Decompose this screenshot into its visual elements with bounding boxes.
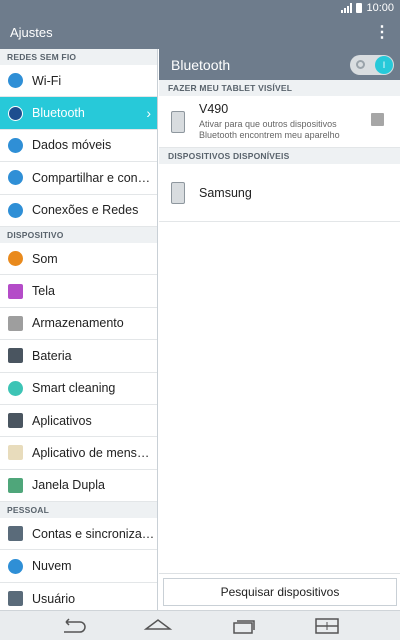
sidebar-item-label: Contas e sincroniza… [32,526,155,541]
cloud-icon [8,558,23,574]
app-title: Ajustes [10,25,53,40]
sidebar-item-label: Nuvem [32,559,72,574]
sidebar-item-som[interactable]: Som [0,243,157,276]
sidebar-item-label: Wi-Fi [32,73,62,88]
tablet-icon [171,110,185,133]
tablet-icon [171,181,185,204]
network-icon [8,202,23,218]
section-header: DISPOSITIVO [0,226,157,243]
sidebar-item-label: Smart cleaning [32,381,116,396]
bluetooth-title: Bluetooth [171,56,231,73]
sidebar-item-label: Dados móveis [32,138,112,153]
more-vert-icon[interactable]: ⋮ [374,24,390,41]
divider [159,573,400,574]
sidebar-item-armazenamento[interactable]: Armazenamento [0,308,157,341]
back-icon[interactable] [58,616,88,636]
settings-list: REDES SEM FIO Wi-Fi Bluetooth › Dados móveis… [0,49,158,610]
sidebar-item-label: Tela [32,284,55,299]
messaging-icon [8,445,23,461]
accounts-icon [8,526,23,542]
home-icon[interactable] [143,616,173,636]
sidebar-item-janela-dupla[interactable]: Janela Dupla [0,470,157,503]
sidebar-item-usuário[interactable]: Usuário [0,583,157,610]
dual-window-icon [8,477,23,493]
toggle-on-icon: I [375,55,393,74]
sound-icon [8,251,23,267]
apps-icon [8,413,23,429]
battery-status-icon [356,3,363,13]
sidebar-item-bateria[interactable]: Bateria [0,340,157,373]
sidebar-item-label: Usuário [32,591,76,606]
wifi-icon [8,73,23,89]
storage-icon [8,315,23,331]
device-name: Samsung [199,185,252,200]
sidebar-item-smart-cleaning[interactable]: Smart cleaning [0,373,157,405]
clock: 10:00 [366,2,394,14]
sidebar-item-bluetooth[interactable]: Bluetooth › [0,97,157,130]
bluetooth-icon [8,105,23,121]
sidebar-item-dados-móveis[interactable]: Dados móveis [0,130,157,163]
smart-cleaning-icon [8,380,23,396]
status-bar: 10:00 [0,0,400,16]
sidebar-item-label: Aplicativo de mens… [32,445,150,460]
visibility-checkbox[interactable] [371,113,384,126]
sidebar-item-label: Compartilhar e con… [32,170,151,185]
bluetooth-header: Bluetooth I [159,49,400,80]
sidebar-item-wi-fi[interactable]: Wi-Fi [0,65,157,98]
own-device-row[interactable]: V490 Ativar para que outros dispositivos… [159,96,400,148]
search-devices-button[interactable]: Pesquisar dispositivos [163,578,397,606]
sidebar-item-nuvem[interactable]: Nuvem [0,550,157,583]
sidebar-item-label: Armazenamento [32,316,124,331]
chevron-right-icon: › [146,105,151,122]
battery-icon [8,348,23,364]
user-icon [8,591,23,607]
sidebar-item-contas-e-sincroniza[interactable]: Contas e sincroniza… [0,518,157,551]
mobile-data-icon [8,137,23,153]
sidebar-item-compartilhar-e-con[interactable]: Compartilhar e con… [0,162,157,195]
sidebar-item-label: Conexões e Redes [32,203,139,218]
app-bar: Ajustes ⋮ [0,16,400,49]
sidebar-item-aplicativos[interactable]: Aplicativos [0,405,157,438]
bluetooth-toggle[interactable]: I [350,54,394,75]
section-header: REDES SEM FIO [0,49,157,65]
sidebar-item-label: Janela Dupla [32,478,105,493]
sidebar-item-aplicativo-de-mens[interactable]: Aplicativo de mens… [0,437,157,470]
own-device-description: Ativar para que outros dispositivos Blue… [199,119,340,140]
device-row-samsung[interactable]: Samsung [159,164,400,222]
display-icon [8,283,23,299]
own-device-name: V490 [199,102,229,116]
sidebar-item-tela[interactable]: Tela [0,275,157,308]
sidebar-item-label: Bluetooth [32,106,85,121]
visible-section-header: FAZER MEU TABLET VISÍVEL [159,80,400,96]
signal-icon [341,3,353,13]
toggle-off-icon [356,59,365,69]
sidebar-item-label: Aplicativos [32,413,92,428]
recent-apps-icon[interactable] [228,616,258,636]
share-icon [8,170,23,186]
own-device-text: V490 Ativar para que outros dispositivos… [199,102,369,141]
available-section-header: DISPOSITIVOS DISPONÍVEIS [159,148,400,164]
sidebar-item-conexões-e-redes[interactable]: Conexões e Redes [0,195,157,227]
sidebar-item-label: Som [32,251,58,266]
section-header: PESSOAL [0,502,157,519]
navigation-bar [0,610,400,640]
sidebar-item-label: Bateria [32,348,72,363]
bluetooth-pane: Bluetooth I FAZER MEU TABLET VISÍVEL V49… [159,49,400,610]
dual-window-nav-icon[interactable] [312,616,342,636]
